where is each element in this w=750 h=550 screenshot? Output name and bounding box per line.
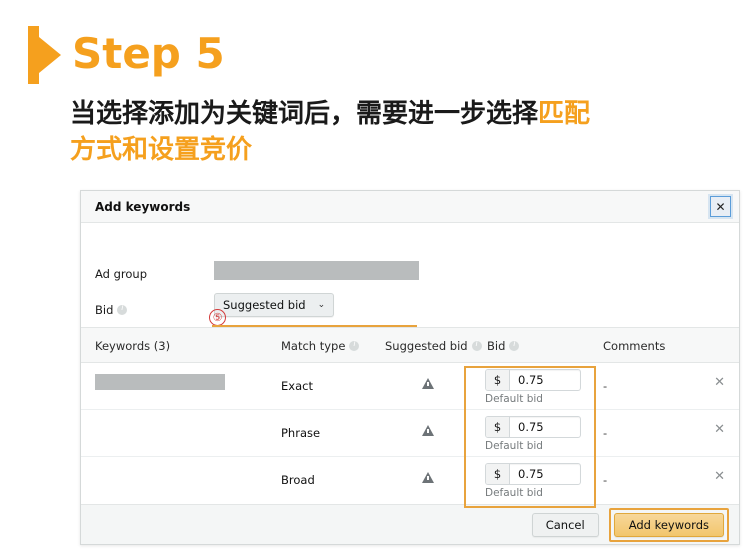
row-match-type: Phrase (281, 426, 321, 440)
column-header-comments: Comments (603, 339, 666, 353)
annotation-step-marker: ⑤ (209, 309, 226, 326)
column-header-bid: Bid (487, 339, 520, 353)
description-text: 当选择添加为关键词后，需要进一步选择 (70, 99, 539, 129)
currency-prefix: $ (486, 417, 510, 437)
description-highlight-1: 匹配 (538, 99, 591, 129)
column-header-suggested-bid-text: Suggested bid (385, 339, 468, 353)
dialog-title: Add keywords (95, 199, 191, 214)
bid-sublabel: Default bid (485, 487, 543, 499)
dialog-header: Add keywords ✕ (81, 191, 739, 223)
column-header-bid-text: Bid (487, 339, 506, 353)
table-row: Phrase $ 0.75 Default bid - ✕ (81, 410, 739, 457)
bid-value[interactable]: 0.75 (510, 464, 580, 484)
info-icon[interactable] (349, 339, 360, 351)
currency-prefix: $ (486, 464, 510, 484)
row-comments: - (603, 426, 608, 440)
warning-icon (422, 378, 434, 389)
warning-icon (422, 425, 434, 436)
row-match-type: Exact (281, 379, 313, 393)
description-highlight-2: 方式和设置竞价 (70, 135, 253, 165)
delete-row-icon[interactable]: ✕ (714, 470, 725, 483)
ad-group-label: Ad group (95, 267, 147, 281)
column-header-keywords: Keywords (3) (95, 339, 171, 353)
currency-prefix: $ (486, 370, 510, 390)
ad-group-input[interactable] (214, 261, 419, 280)
column-header-match-type-text: Match type (281, 339, 346, 353)
table-row: Broad $ 0.75 Default bid - ✕ (81, 457, 739, 504)
row-comments: - (603, 379, 608, 393)
bid-input[interactable]: $ 0.75 (485, 369, 581, 391)
info-icon[interactable] (509, 339, 520, 351)
add-keywords-dialog: Add keywords ✕ Ad group Bid Suggested bi… (80, 190, 740, 545)
slide-header: Step 5 当选择添加为关键词后，需要进一步选择匹配方式和设置竞价 (0, 0, 750, 186)
info-icon[interactable] (471, 339, 482, 351)
column-header-suggested-bid: Suggested bid (385, 339, 482, 353)
dialog-body: Ad group Bid Suggested bid ⌄ Match type … (81, 223, 739, 349)
dialog-footer: Cancel Add keywords (81, 504, 739, 544)
row-comments: - (603, 473, 608, 487)
delete-row-icon[interactable]: ✕ (714, 423, 725, 436)
bid-field-group: $ 0.75 Default bid (485, 369, 581, 405)
chevron-down-icon: ⌄ (317, 300, 326, 310)
arrow-bullet-icon (28, 26, 62, 84)
table-header-row: Keywords (3) Match type Suggested bid Bi… (81, 327, 739, 363)
ad-group-label-text: Ad group (95, 267, 148, 281)
bid-label: Bid (95, 303, 128, 317)
bid-input[interactable]: $ 0.75 (485, 463, 581, 485)
column-header-match-type: Match type (281, 339, 360, 353)
row-match-type: Broad (281, 473, 315, 487)
page-title: Step 5 (72, 29, 225, 78)
bid-field-group: $ 0.75 Default bid (485, 463, 581, 499)
bid-type-value: Suggested bid (223, 298, 306, 312)
bid-sublabel: Default bid (485, 440, 543, 452)
bid-sublabel: Default bid (485, 393, 543, 405)
bid-value[interactable]: 0.75 (510, 370, 580, 390)
table-row: Exact $ 0.75 Default bid - ✕ (81, 363, 739, 410)
add-keywords-button[interactable]: Add keywords (613, 512, 724, 537)
keyword-value (95, 374, 225, 390)
close-icon[interactable]: ✕ (710, 196, 731, 217)
warning-icon (422, 472, 434, 483)
bid-label-text: Bid (95, 303, 114, 317)
delete-row-icon[interactable]: ✕ (714, 376, 725, 389)
keywords-table: Keywords (3) Match type Suggested bid Bi… (81, 327, 739, 504)
cancel-button[interactable]: Cancel (531, 512, 599, 537)
bid-field-group: $ 0.75 Default bid (485, 416, 581, 452)
info-icon[interactable] (117, 303, 128, 315)
slide-description: 当选择添加为关键词后，需要进一步选择匹配方式和设置竞价 (70, 96, 730, 168)
add-keywords-highlight: Add keywords (608, 507, 729, 542)
bid-value[interactable]: 0.75 (510, 417, 580, 437)
bid-input[interactable]: $ 0.75 (485, 416, 581, 438)
bid-type-select[interactable]: Suggested bid ⌄ (214, 293, 335, 317)
